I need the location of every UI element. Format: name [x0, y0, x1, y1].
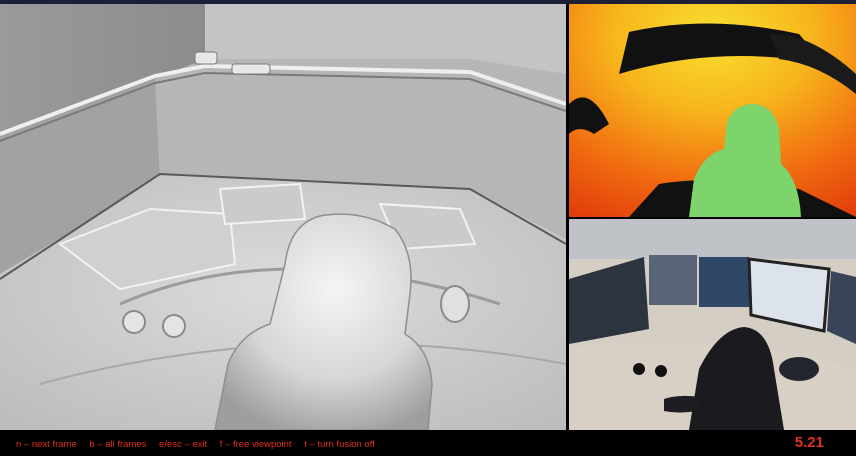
hint-turn-fusion-off: t – turn fusion off	[304, 439, 375, 450]
status-footer: n – next frame b – all frames e/esc – ex…	[0, 430, 856, 456]
mesh-reconstruction-view[interactable]	[0, 4, 566, 430]
hint-exit: e/esc – exit	[159, 439, 208, 450]
mesh-render	[0, 4, 566, 430]
depth-map-view[interactable]	[569, 4, 856, 217]
rgb-camera-view[interactable]	[569, 219, 856, 430]
depth-map-render	[569, 4, 856, 217]
keyboard-hints: n – next frame b – all frames e/esc – ex…	[16, 439, 385, 450]
rgb-frame-render	[569, 219, 856, 430]
hint-next-frame: n – next frame	[16, 439, 77, 450]
hint-free-viewpoint: f – free viewpoint	[219, 439, 292, 450]
hint-all-frames: b – all frames	[89, 439, 147, 450]
fps-readout: 5.21	[794, 434, 824, 451]
